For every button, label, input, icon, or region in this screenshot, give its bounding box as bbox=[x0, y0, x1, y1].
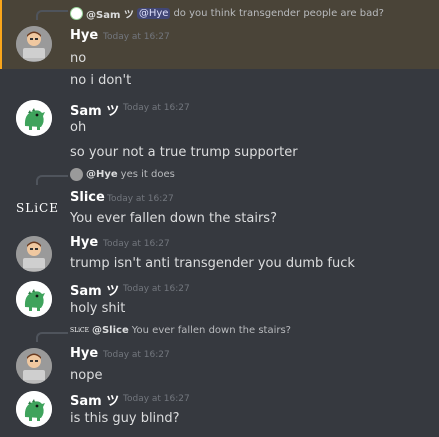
message-sam-1[interactable]: Sam ツ Today at 16:27 oh so your not a tr… bbox=[0, 96, 439, 166]
reply-text: yes it does bbox=[120, 169, 175, 180]
timestamp: Today at 16:27 bbox=[103, 32, 170, 42]
reply-username[interactable]: @Sam ツ bbox=[86, 6, 134, 21]
message-text: holy shit bbox=[70, 301, 126, 316]
username-slice[interactable]: Slice bbox=[70, 190, 105, 205]
reply-mention[interactable]: @Hye bbox=[136, 8, 171, 19]
username-hye[interactable]: Hye bbox=[70, 235, 98, 250]
message-text: is this guy blind? bbox=[70, 411, 180, 426]
timestamp: Today at 16:27 bbox=[123, 284, 190, 294]
reply-spine bbox=[36, 10, 68, 20]
reply-preview[interactable]: @Sam ツ @Hye do you think transgender peo… bbox=[70, 6, 384, 21]
message-text: oh bbox=[70, 120, 87, 135]
slice-mini-avatar-icon: SLiCE bbox=[70, 327, 89, 334]
timestamp: Today at 16:27 bbox=[103, 350, 170, 360]
message-hye-1-cont: no i don't bbox=[0, 69, 439, 93]
sam-avatar-icon[interactable] bbox=[16, 391, 52, 427]
reply-username[interactable]: @Hye bbox=[86, 169, 118, 180]
sam-avatar-icon[interactable] bbox=[16, 100, 52, 136]
message-text: no bbox=[70, 51, 87, 66]
sam-avatar-icon[interactable] bbox=[16, 281, 52, 317]
message-text: trump isn't anti transgender you dumb fu… bbox=[70, 256, 355, 271]
hye-avatar-icon[interactable] bbox=[16, 348, 52, 384]
hye-avatar-icon[interactable] bbox=[16, 236, 52, 272]
username-hye[interactable]: Hye bbox=[70, 346, 98, 361]
reply-text: You ever fallen down the stairs? bbox=[131, 325, 291, 336]
username-hye[interactable]: Hye bbox=[70, 28, 98, 43]
timestamp: Today at 16:27 bbox=[107, 194, 174, 204]
timestamp: Today at 16:27 bbox=[123, 394, 190, 404]
message-hye-2[interactable]: Hye Today at 16:27 trump isn't anti tran… bbox=[0, 232, 439, 278]
timestamp: Today at 16:27 bbox=[123, 103, 190, 113]
sam-mini-avatar-icon bbox=[70, 7, 83, 20]
reply-spine bbox=[36, 332, 68, 342]
message-text: nope bbox=[70, 368, 103, 383]
message-text: no i don't bbox=[70, 73, 132, 88]
hye-mini-avatar-icon bbox=[70, 168, 83, 181]
message-sam-3[interactable]: Sam ツ Today at 16:27 is this guy blind? bbox=[0, 388, 439, 437]
message-sam-2[interactable]: Sam ツ Today at 16:27 holy shit bbox=[0, 278, 439, 324]
message-hye-3[interactable]: SLiCE @Slice You ever fallen down the st… bbox=[0, 324, 439, 388]
hye-avatar-icon[interactable] bbox=[16, 26, 52, 62]
username-sam[interactable]: Sam ツ bbox=[70, 280, 119, 299]
reply-spine bbox=[36, 175, 68, 185]
username-sam[interactable]: Sam ツ bbox=[70, 100, 119, 119]
message-hye-1[interactable]: @Sam ツ @Hye do you think transgender peo… bbox=[0, 0, 439, 69]
slice-avatar-icon[interactable]: SLiCE bbox=[16, 201, 59, 215]
message-text: so your not a true trump supporter bbox=[70, 145, 298, 160]
message-text: You ever fallen down the stairs? bbox=[70, 211, 277, 226]
reply-preview[interactable]: @Hye yes it does bbox=[70, 168, 175, 181]
timestamp: Today at 16:27 bbox=[103, 239, 170, 249]
message-slice-1[interactable]: @Hye yes it does SLiCE Slice Today at 16… bbox=[0, 166, 439, 232]
reply-preview[interactable]: SLiCE @Slice You ever fallen down the st… bbox=[70, 325, 291, 336]
reply-text: do you think transgender people are bad? bbox=[173, 8, 384, 19]
reply-username[interactable]: @Slice bbox=[92, 325, 129, 336]
username-sam[interactable]: Sam ツ bbox=[70, 390, 119, 409]
